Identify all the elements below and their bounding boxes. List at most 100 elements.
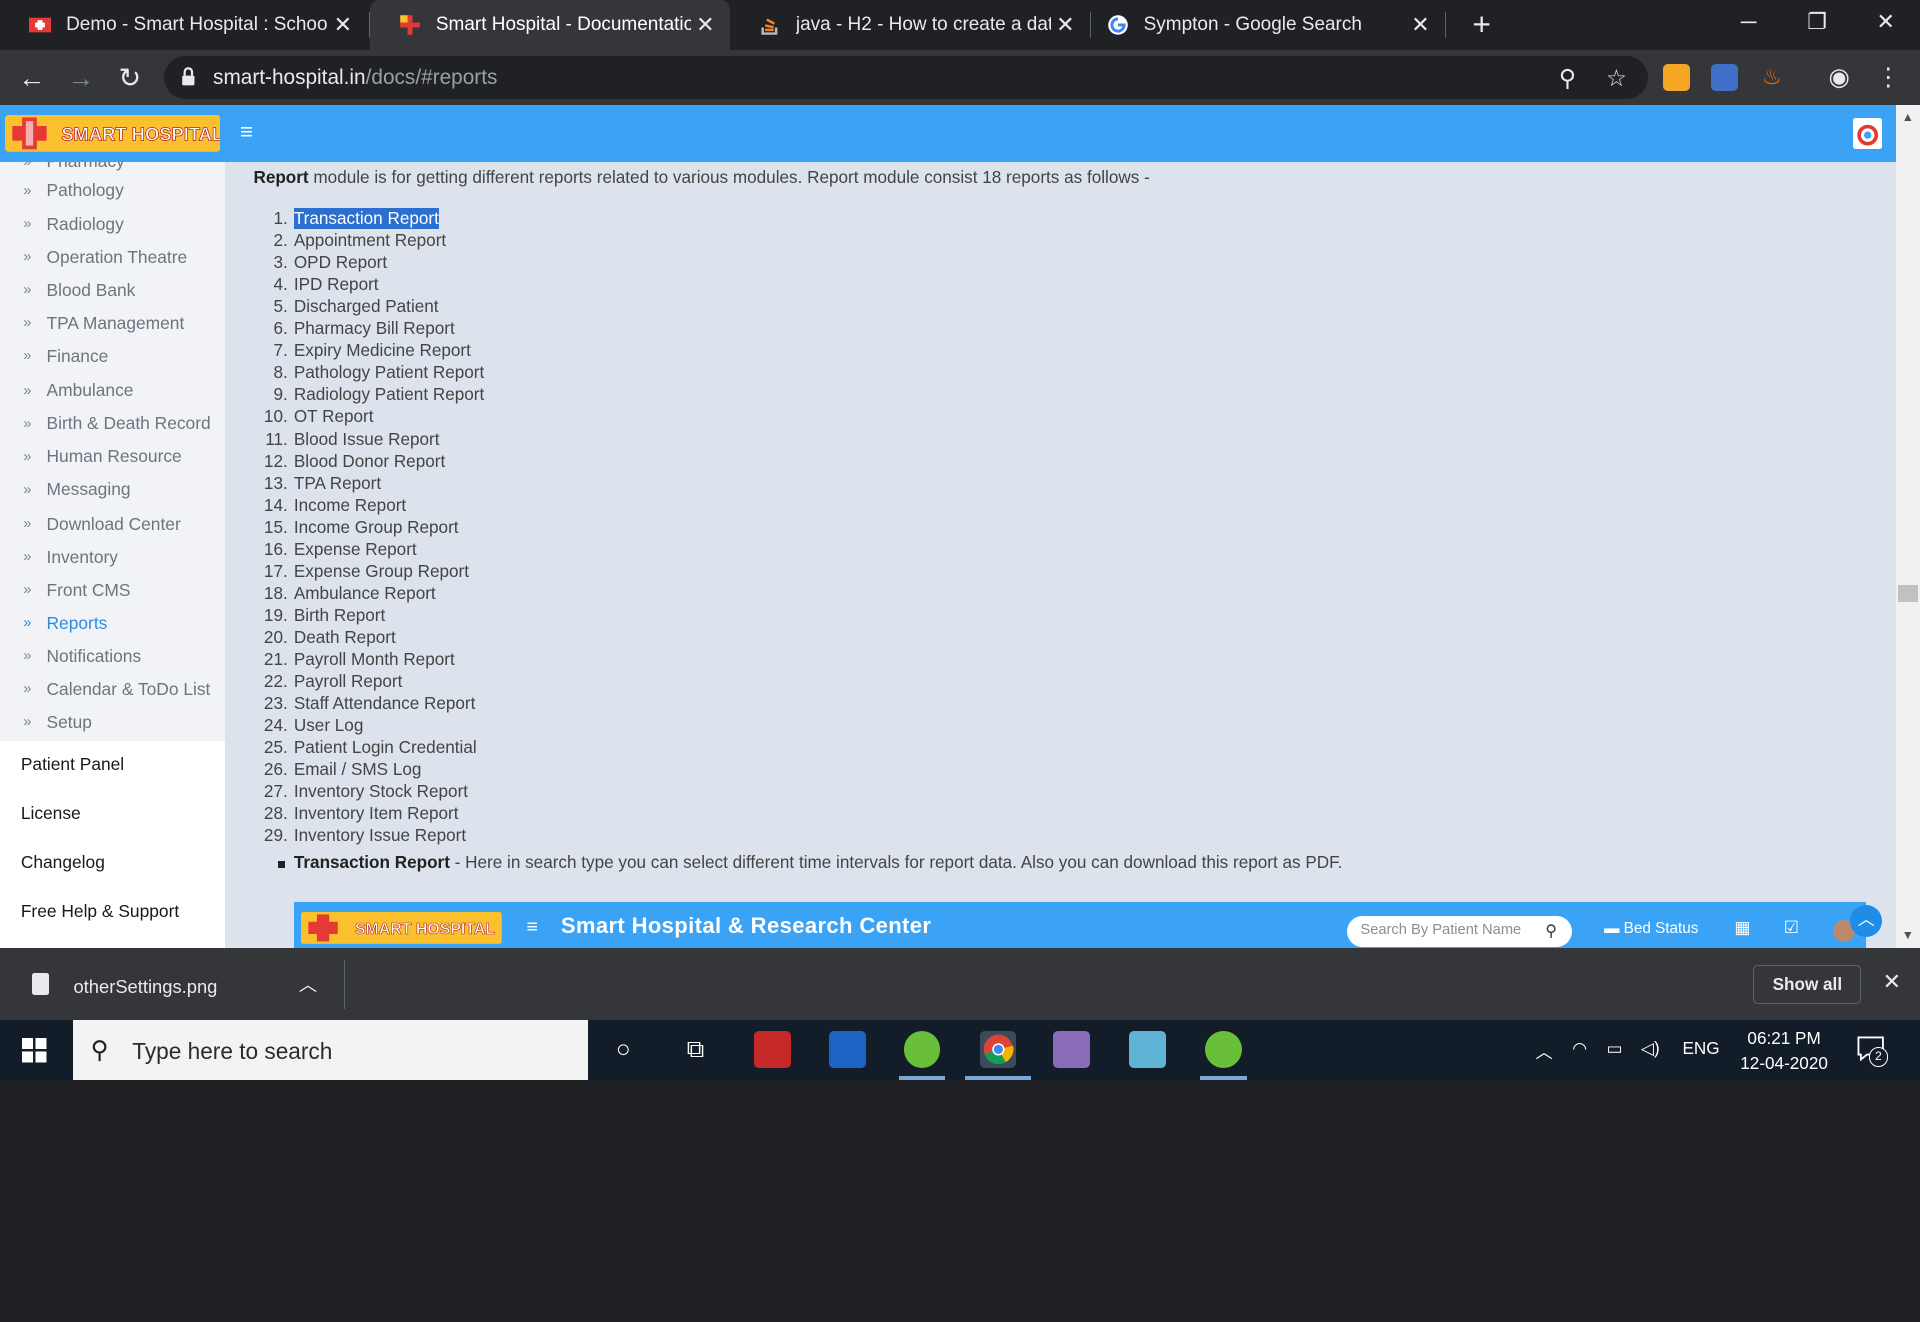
notification-count-badge: 2 (1868, 1046, 1889, 1067)
report-list-label: Inventory Issue Report (293, 825, 467, 846)
download-separator (344, 959, 346, 1009)
new-tab-button[interactable]: + (1465, 7, 1499, 41)
sidebar-item-label: Reports (46, 612, 108, 633)
profile-avatar-icon[interactable]: ◉ (1822, 61, 1856, 95)
sidebar-item-pathology[interactable]: » Pathology (23, 179, 124, 203)
sidebar-item-radiology[interactable]: » Radiology (23, 212, 124, 236)
windows-start-icon[interactable] (22, 1038, 47, 1063)
report-list-number: 22. (263, 670, 288, 691)
tab-google-search[interactable]: Sympton - Google Search ✕ (1078, 0, 1445, 50)
sidebar-item-blood-bank[interactable]: » Blood Bank (23, 278, 135, 302)
volume-icon[interactable]: ◁) (1641, 1038, 1660, 1059)
sidebar-item-finance[interactable]: » Finance (23, 344, 108, 368)
fire-extension-icon[interactable]: ♨ (1758, 63, 1786, 91)
tab-smart-hospital-docs[interactable]: Smart Hospital - Documentation ✕ (369, 0, 730, 51)
tab-demo-smart-hospital[interactable]: Demo - Smart Hospital : School M ✕ (0, 0, 367, 50)
spring-tool-icon[interactable] (903, 1031, 941, 1068)
sidebar-item-human-resource[interactable]: » Human Resource (23, 444, 181, 468)
close-tab-icon[interactable]: ✕ (1051, 12, 1080, 38)
language-indicator[interactable]: ENG (1682, 1038, 1719, 1059)
minimize-window-button[interactable]: ─ (1714, 0, 1783, 44)
tab-stackoverflow[interactable]: java - H2 - How to create a datab ✕ (730, 0, 1090, 50)
report-list-number: 20. (263, 626, 288, 647)
close-tab-icon[interactable]: ✕ (328, 12, 357, 38)
back-button[interactable]: ← (15, 61, 49, 95)
download-file-name[interactable]: otherSettings.png (73, 976, 217, 998)
browser-menu-icon[interactable]: ⋮ (1871, 61, 1905, 95)
report-list-number: 4. (273, 274, 288, 295)
report-list-number: 7. (273, 340, 288, 361)
scroll-down-arrow-icon[interactable]: ▼ (1902, 928, 1914, 942)
intro-bold: Report (253, 166, 309, 187)
chevron-right-icon: » (23, 382, 32, 399)
extension-icon[interactable] (1662, 63, 1690, 91)
sidebar-toggle-icon[interactable]: ≡ (240, 121, 260, 143)
chevron-right-icon: » (23, 282, 32, 299)
show-hidden-icons-chevron-icon[interactable]: ︿ (1536, 1038, 1553, 1063)
address-bar[interactable]: smart-hospital.in/docs/#reports ⚲ ☆ (164, 56, 1649, 100)
report-list-number: 13. (263, 472, 288, 493)
chevron-up-icon[interactable]: ︿ (299, 971, 317, 997)
embedded-checkbox-icon: ☑ (1783, 917, 1800, 938)
transaction-rest: - Here in search type you can select dif… (449, 852, 1343, 873)
sidebar-item-label: Download Center (46, 513, 181, 534)
taskbar-search-box[interactable]: ⚲ Type here to search (73, 1020, 588, 1080)
scrollbar-thumb[interactable] (1897, 585, 1918, 603)
bookmark-star-icon[interactable]: ☆ (1602, 64, 1631, 93)
close-download-bar-icon[interactable]: ✕ (1877, 967, 1906, 996)
sidebar-item-front-cms[interactable]: » Front CMS (23, 578, 130, 602)
report-list-label: Expense Group Report (293, 560, 470, 581)
sidebar-item-changelog[interactable]: Changelog (21, 852, 105, 873)
sidebar-item-pharmacy[interactable]: » Pharmacy (23, 162, 124, 174)
report-intro-text: Report module is for getting different r… (253, 167, 1149, 188)
sidebar-item-setup[interactable]: » Setup (23, 710, 92, 734)
restore-window-button[interactable]: ❐ (1783, 0, 1852, 44)
page-scrollbar[interactable]: ▲ ▼ (1895, 105, 1920, 948)
system-clock[interactable]: 06:21 PM 12-04-2020 (1729, 1026, 1839, 1075)
zoom-icon[interactable]: ⚲ (1553, 64, 1582, 93)
sidebar-item-patient-panel[interactable]: Patient Panel (21, 754, 124, 775)
sidebar-item-notifications[interactable]: » Notifications (23, 644, 141, 668)
report-list-label: Transaction Report (293, 208, 439, 230)
report-list-number: 24. (263, 715, 288, 736)
smart-hospital-logo[interactable]: SMART HOSPITAL (4, 115, 221, 152)
sidebar-item-birth-death-record[interactable]: » Birth & Death Record (23, 411, 210, 435)
report-list-label: Radiology Patient Report (293, 384, 485, 405)
chevron-right-icon: » (23, 161, 32, 170)
stackoverflow-icon (761, 18, 778, 35)
paint-app-icon[interactable] (1053, 1031, 1090, 1068)
remote-desktop-icon[interactable] (828, 1031, 866, 1068)
embedded-title: Smart Hospital & Research Center (560, 913, 932, 939)
spring-tool-icon[interactable] (1204, 1031, 1242, 1068)
sidebar-item-license[interactable]: License (21, 803, 81, 824)
app-shortcut-icon[interactable] (1852, 117, 1883, 150)
sidebar-item-free-help-support[interactable]: Free Help & Support (21, 901, 179, 922)
close-tab-icon[interactable]: ✕ (691, 12, 720, 38)
report-list-label: Patient Login Credential (293, 737, 477, 758)
close-tab-icon[interactable]: ✕ (1406, 12, 1435, 38)
task-view-icon[interactable]: ⧉ (681, 1035, 710, 1064)
sidebar-item-reports[interactable]: » Reports (23, 611, 107, 635)
scroll-to-top-button[interactable]: ︿ (1850, 904, 1883, 937)
wifi-icon[interactable]: ◠ (1572, 1038, 1587, 1059)
chrome-icon[interactable] (979, 1031, 1017, 1068)
scroll-up-arrow-icon[interactable]: ▲ (1902, 110, 1914, 124)
sidebar-item-ambulance[interactable]: » Ambulance (23, 378, 133, 402)
notepad-app-icon[interactable] (1128, 1031, 1166, 1068)
cortana-icon[interactable]: ○ (609, 1035, 638, 1064)
close-window-button[interactable]: ✕ (1851, 0, 1920, 44)
reload-button[interactable]: ↻ (113, 61, 147, 95)
sidebar-item-calendar-todo[interactable]: » Calendar & ToDo List (23, 677, 210, 701)
save-extension-icon[interactable] (1710, 63, 1738, 91)
security-app-icon[interactable] (754, 1031, 792, 1068)
sidebar-item-inventory[interactable]: » Inventory (23, 545, 118, 569)
battery-icon[interactable]: ▭ (1607, 1038, 1623, 1059)
sidebar-item-tpa-management[interactable]: » TPA Management (23, 311, 184, 335)
forward-button[interactable]: → (64, 61, 98, 95)
sidebar-item-download-center[interactable]: » Download Center (23, 512, 181, 536)
sidebar-item-label: Pharmacy (47, 162, 125, 173)
sidebar-item-operation-theatre[interactable]: » Operation Theatre (23, 245, 187, 269)
sidebar-item-messaging[interactable]: » Messaging (23, 478, 130, 502)
action-center-icon[interactable]: 2 (1856, 1035, 1889, 1067)
show-all-downloads-button[interactable]: Show all (1753, 964, 1862, 1005)
